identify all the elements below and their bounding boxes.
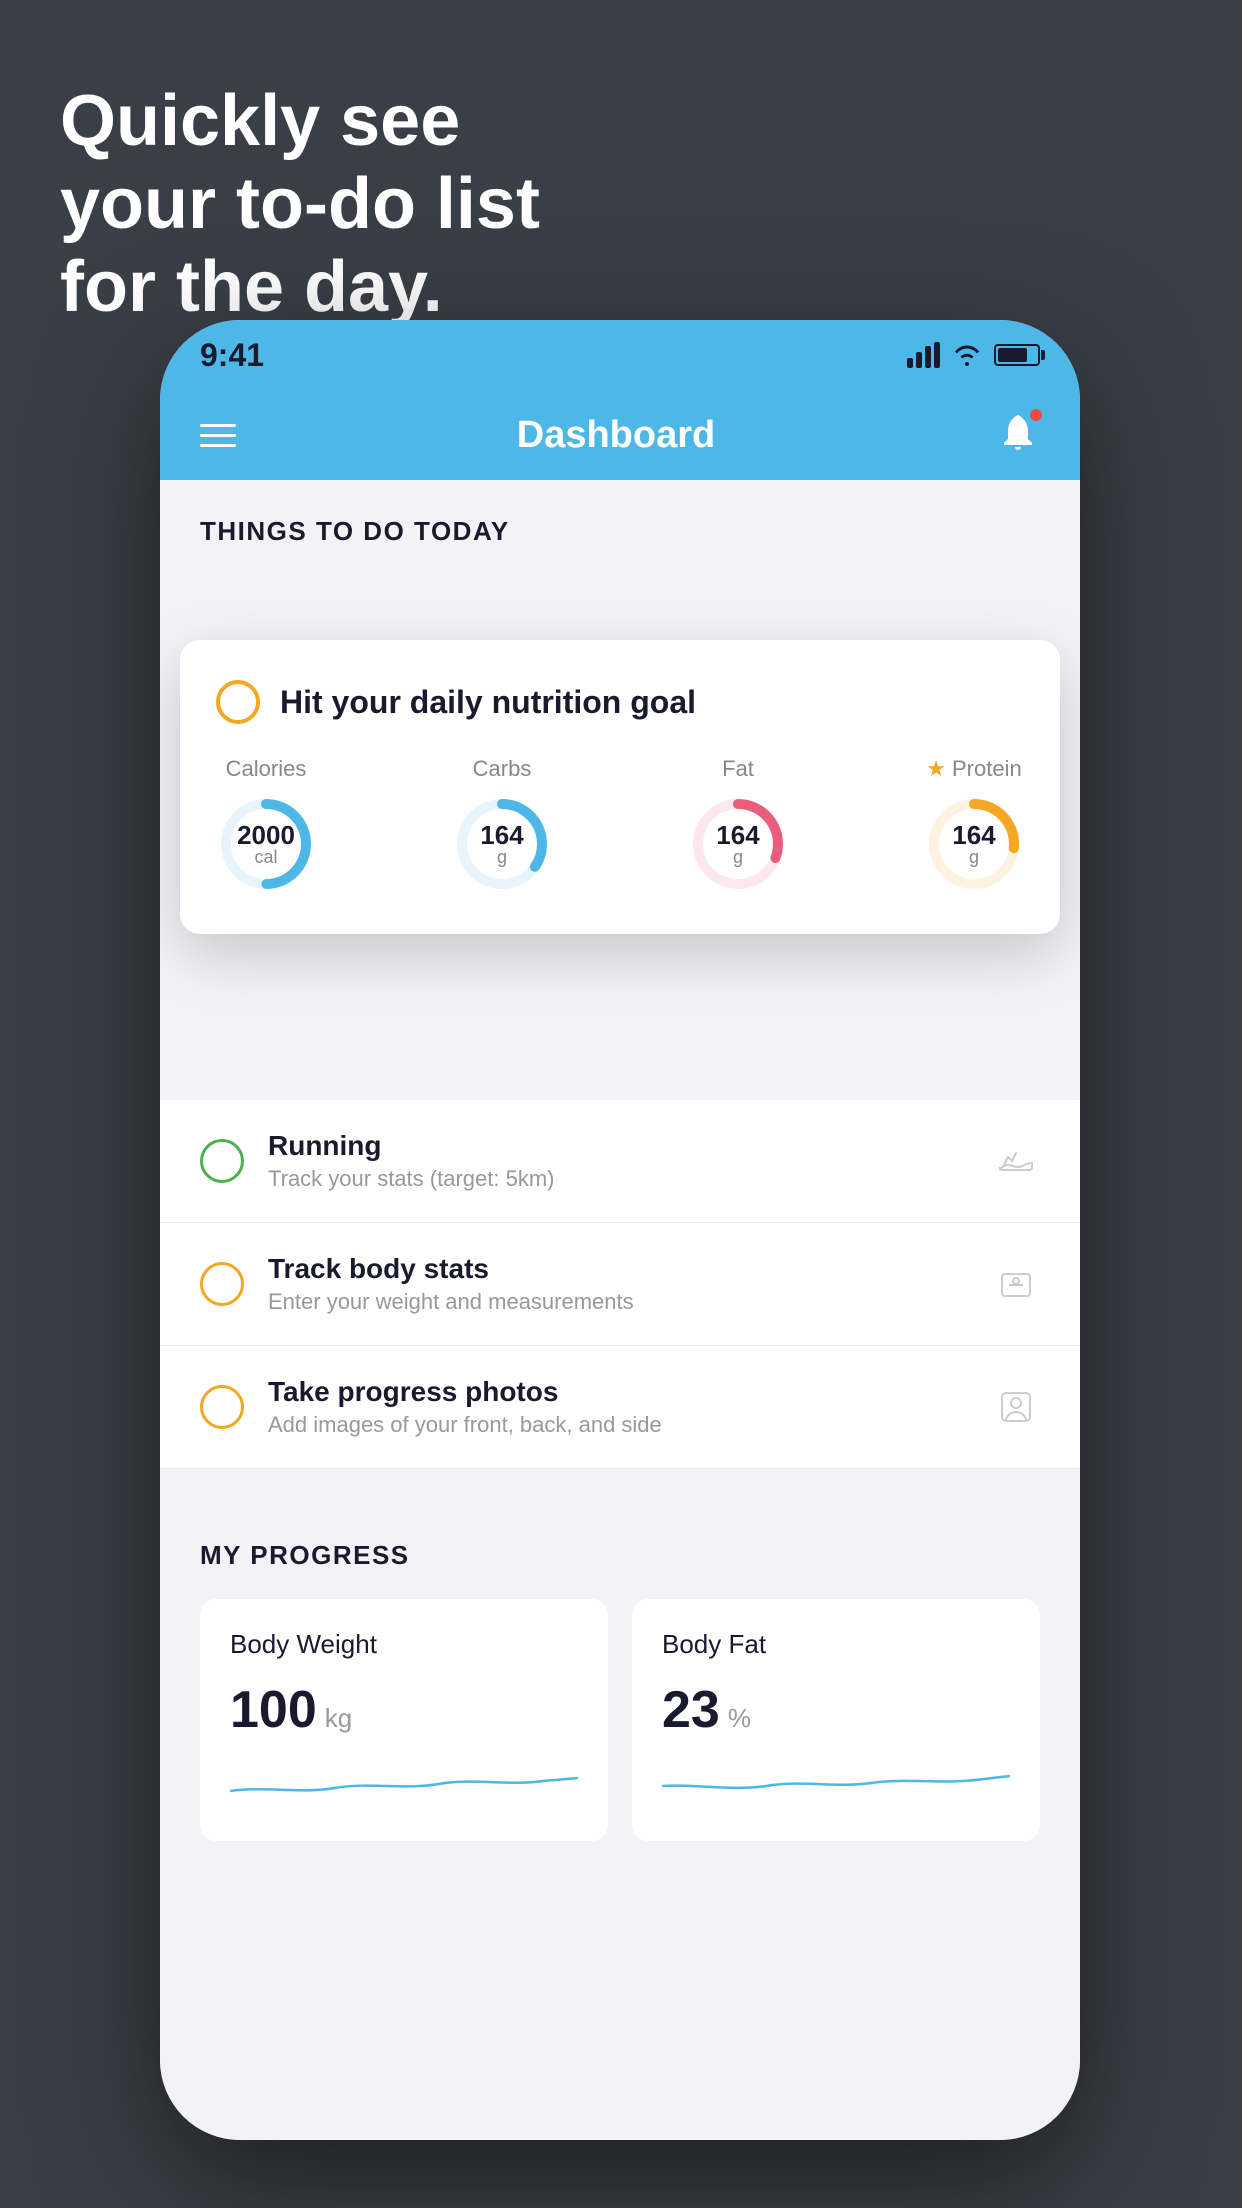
todo-text-photos: Take progress photos Add images of your … (268, 1376, 968, 1438)
calories-ring: 2000 cal (216, 794, 316, 894)
todo-subtitle-photos: Add images of your front, back, and side (268, 1412, 968, 1438)
status-bar: 9:41 (160, 320, 1080, 390)
todo-item-running[interactable]: Running Track your stats (target: 5km) (160, 1100, 1080, 1223)
nav-title: Dashboard (517, 414, 715, 457)
nav-bar: Dashboard (160, 390, 1080, 480)
status-time: 9:41 (200, 337, 264, 374)
protein-label: ★ Protein (926, 756, 1021, 782)
wifi-icon (952, 344, 982, 366)
body-weight-title: Body Weight (230, 1629, 578, 1660)
person-icon (992, 1383, 1040, 1431)
todo-circle-running (200, 1139, 244, 1183)
notification-badge (1028, 407, 1044, 423)
body-weight-unit: kg (325, 1703, 352, 1734)
body-weight-card[interactable]: Body Weight 100 kg (200, 1599, 608, 1841)
todo-subtitle-running: Track your stats (target: 5km) (268, 1166, 968, 1192)
battery-icon (994, 344, 1040, 366)
body-fat-value-row: 23 % (662, 1680, 1010, 1740)
fat-value: 164 (716, 822, 759, 848)
body-fat-unit: % (728, 1703, 751, 1734)
carbs-label: Carbs (473, 756, 532, 782)
carbs-value: 164 (480, 822, 523, 848)
card-status-circle (216, 680, 260, 724)
carbs-ring: 164 g (452, 794, 552, 894)
star-icon: ★ (926, 756, 946, 782)
body-weight-value: 100 (230, 1680, 317, 1740)
calories-label: Calories (226, 756, 307, 782)
scale-icon (992, 1260, 1040, 1308)
section-title: THINGS TO DO TODAY (200, 516, 510, 546)
nutrition-card[interactable]: Hit your daily nutrition goal Calories 2… (180, 640, 1060, 934)
fat-label: Fat (722, 756, 754, 782)
body-fat-value: 23 (662, 1680, 720, 1740)
content-area: THINGS TO DO TODAY Hit your daily nutrit… (160, 480, 1080, 2140)
progress-title: MY PROGRESS (200, 1540, 1040, 1571)
todo-subtitle-body-stats: Enter your weight and measurements (268, 1289, 968, 1315)
shoe-icon (992, 1137, 1040, 1185)
card-title: Hit your daily nutrition goal (280, 684, 696, 721)
fat-ring: 164 g (688, 794, 788, 894)
ring-fat: Fat 164 g (688, 756, 788, 894)
card-header: Hit your daily nutrition goal (216, 680, 1024, 724)
ring-carbs: Carbs 164 g (452, 756, 552, 894)
phone-frame: 9:41 Dashboard (160, 320, 1080, 2140)
body-weight-value-row: 100 kg (230, 1680, 578, 1740)
todo-title-running: Running (268, 1130, 968, 1162)
todo-item-body-stats[interactable]: Track body stats Enter your weight and m… (160, 1223, 1080, 1346)
section-header: THINGS TO DO TODAY (160, 480, 1080, 567)
hamburger-button[interactable] (200, 424, 236, 447)
body-weight-chart (230, 1756, 578, 1806)
notification-button[interactable] (996, 411, 1040, 460)
status-icons (907, 342, 1040, 368)
todo-circle-body-stats (200, 1262, 244, 1306)
todo-title-body-stats: Track body stats (268, 1253, 968, 1285)
body-fat-chart (662, 1756, 1010, 1806)
todo-items-list: Running Track your stats (target: 5km) T… (160, 1100, 1080, 1469)
ring-protein: ★ Protein 164 g (924, 756, 1024, 894)
headline-text: Quickly see your to-do list for the day. (60, 80, 540, 328)
todo-text-running: Running Track your stats (target: 5km) (268, 1130, 968, 1192)
progress-cards: Body Weight 100 kg Body Fat 23 % (200, 1599, 1040, 1841)
todo-title-photos: Take progress photos (268, 1376, 968, 1408)
body-fat-title: Body Fat (662, 1629, 1010, 1660)
rings-row: Calories 2000 cal Carbs (216, 756, 1024, 894)
progress-section: MY PROGRESS Body Weight 100 kg Body Fat (160, 1500, 1080, 1841)
calories-value: 2000 (237, 822, 295, 848)
todo-item-photos[interactable]: Take progress photos Add images of your … (160, 1346, 1080, 1469)
body-fat-card[interactable]: Body Fat 23 % (632, 1599, 1040, 1841)
ring-calories: Calories 2000 cal (216, 756, 316, 894)
todo-text-body-stats: Track body stats Enter your weight and m… (268, 1253, 968, 1315)
todo-circle-photos (200, 1385, 244, 1429)
protein-value: 164 (952, 822, 995, 848)
protein-ring: 164 g (924, 794, 1024, 894)
signal-icon (907, 342, 940, 368)
